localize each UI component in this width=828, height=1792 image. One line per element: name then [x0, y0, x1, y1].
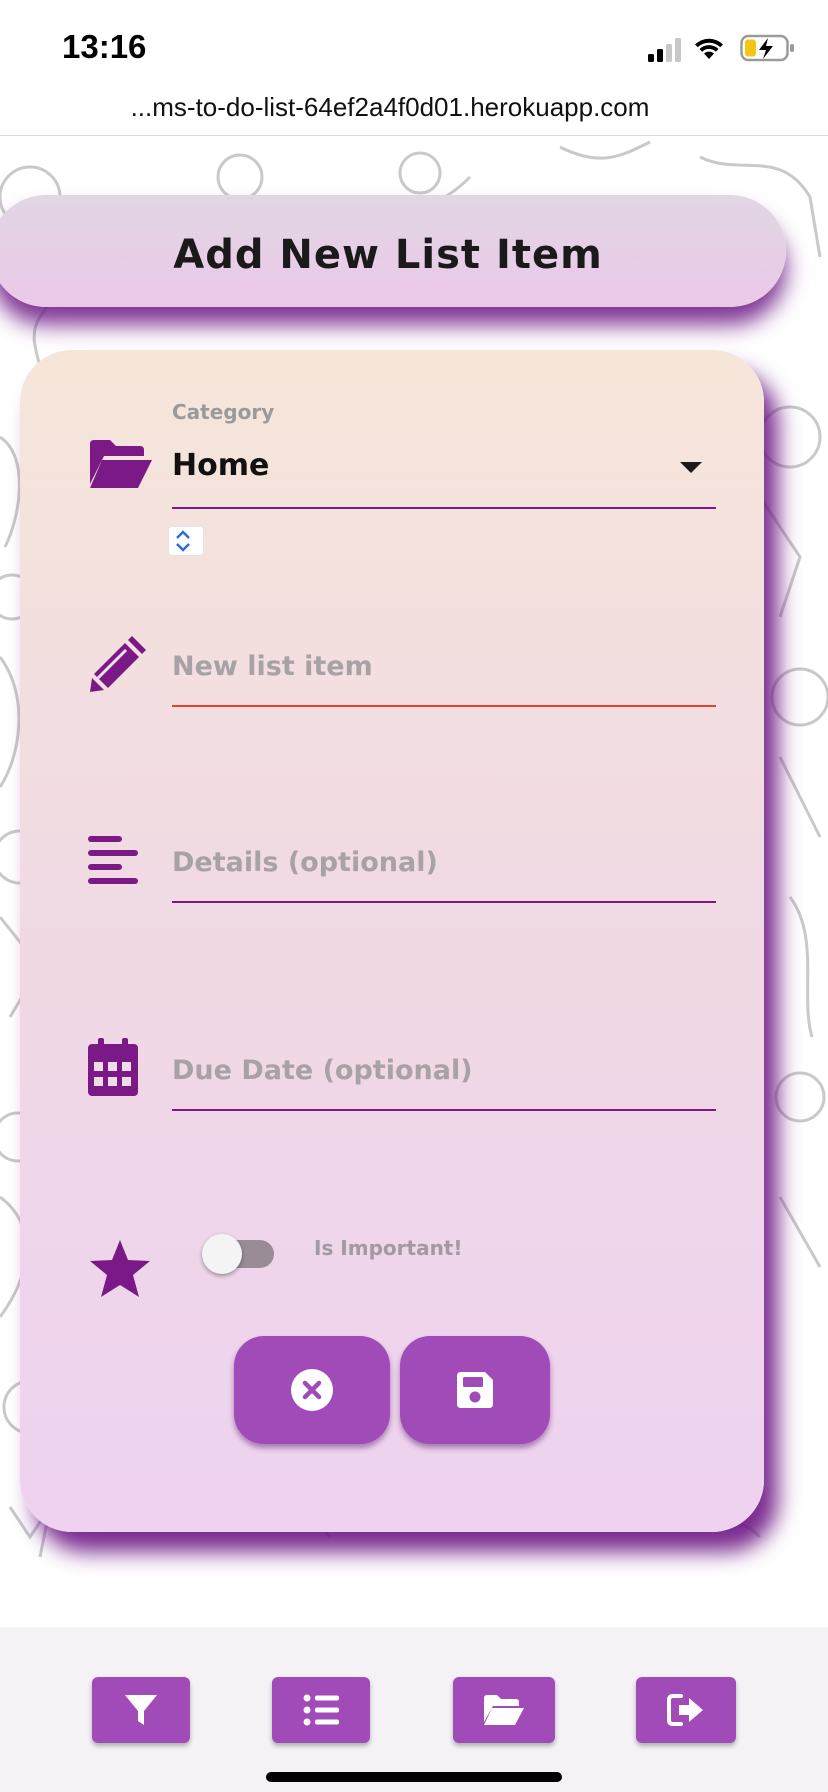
add-item-form: Category Home New list item Details (opt…: [20, 350, 764, 1532]
category-selected-value: Home: [172, 448, 270, 483]
due-date-input[interactable]: [172, 1048, 712, 1092]
status-bar: 13:16: [0, 0, 828, 96]
home-indicator: [266, 1772, 562, 1782]
new-item-underline: [172, 705, 716, 707]
folder-open-icon: [484, 1695, 524, 1725]
calendar-icon: [88, 1038, 138, 1096]
status-time: 13:16: [62, 28, 147, 65]
category-select[interactable]: Home: [172, 438, 716, 498]
new-item-input[interactable]: [172, 644, 712, 688]
bottom-nav: [0, 1627, 828, 1792]
logout-button[interactable]: [636, 1677, 736, 1743]
category-underline: [172, 507, 716, 509]
details-input[interactable]: [172, 840, 712, 884]
filter-button[interactable]: [92, 1677, 190, 1743]
url-bar[interactable]: ...ms-to-do-list-64ef2a4f0d01.herokuapp.…: [0, 88, 828, 136]
battery-charging-icon: [740, 34, 794, 62]
details-underline: [172, 901, 716, 903]
sign-out-icon: [667, 1694, 703, 1726]
categories-button[interactable]: [453, 1677, 555, 1743]
page-title: Add New List Item: [173, 232, 603, 278]
category-label: Category: [172, 400, 275, 424]
align-left-icon: [88, 834, 140, 886]
folder-open-icon: [88, 438, 154, 490]
list-button[interactable]: [272, 1677, 370, 1743]
important-label: Is Important!: [314, 1236, 463, 1260]
filter-icon: [125, 1695, 157, 1725]
close-circle-icon: [291, 1369, 333, 1411]
list-icon: [303, 1694, 339, 1726]
page-header: Add New List Item: [0, 195, 786, 307]
due-date-underline: [172, 1109, 716, 1111]
wifi-icon: [695, 38, 723, 59]
toggle-knob: [202, 1234, 242, 1274]
chevron-down-icon: [680, 462, 702, 473]
signal-icon: [648, 38, 681, 62]
stepper-control[interactable]: [168, 526, 204, 556]
important-toggle[interactable]: [202, 1230, 276, 1274]
star-icon: [88, 1238, 152, 1300]
floppy-disk-icon: [457, 1372, 493, 1408]
stepper-arrows-icon: [176, 530, 190, 552]
save-button[interactable]: [400, 1336, 550, 1444]
url-text: ...ms-to-do-list-64ef2a4f0d01.herokuapp.…: [130, 92, 650, 122]
cancel-button[interactable]: [234, 1336, 390, 1444]
pencil-icon: [88, 634, 148, 694]
